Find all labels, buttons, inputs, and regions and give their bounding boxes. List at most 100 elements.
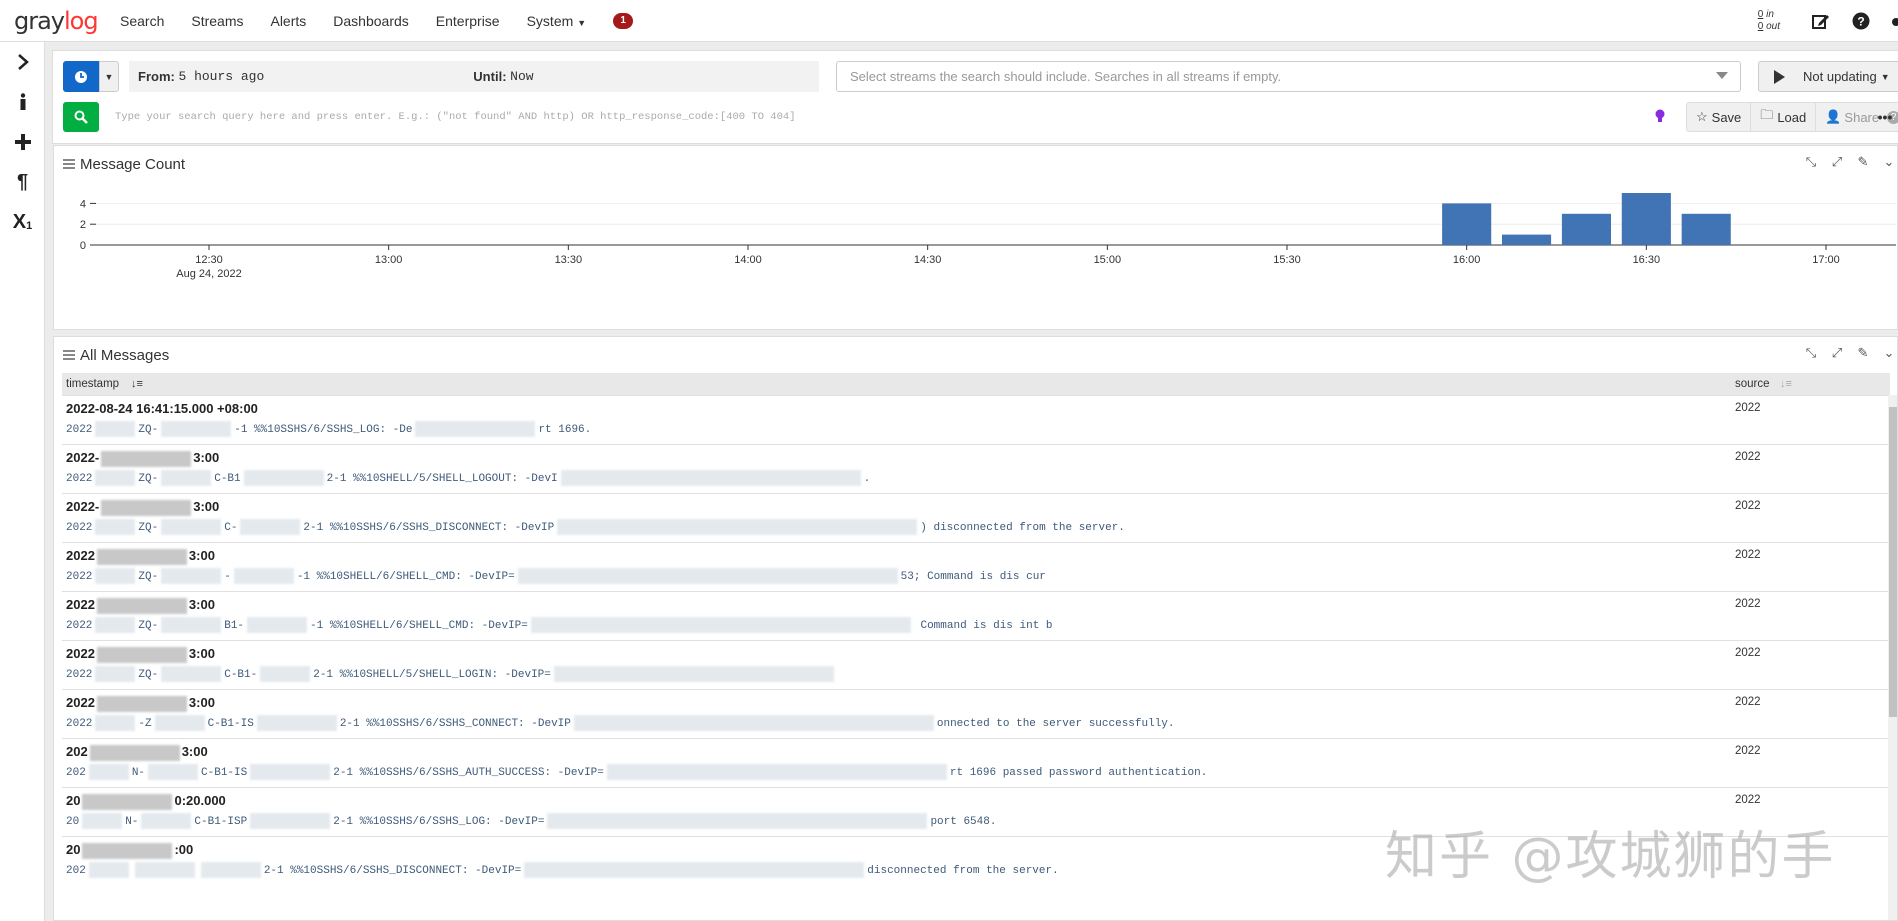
folder-icon: 🗀 <box>1760 107 1774 122</box>
redacted-block <box>250 813 331 829</box>
message-timestamp: 2022 3:00 <box>66 695 215 712</box>
message-row[interactable]: 2022 3:00 2022 ZQ- B1- -1 %%10SHELL/6/SHELL_C… <box>62 591 1890 640</box>
timestamp-tail: 3:00 <box>193 499 220 514</box>
timestamp-tail: :00 <box>174 842 194 857</box>
message-row[interactable]: 2022 3:00 2022 -Z C-B1-IS 2-1 %%10SSHS/6/SSHS… <box>62 689 1890 738</box>
redacted-block <box>200 862 261 878</box>
message-fragment: 2022 <box>66 472 93 485</box>
expand-icon[interactable]: ⤢ <box>1829 345 1845 361</box>
nav-dashboards[interactable]: Dashboards <box>333 13 409 29</box>
redacted-block <box>240 519 301 535</box>
redacted-block <box>247 617 308 633</box>
x-tick-label: 13:30 <box>555 254 583 266</box>
redacted-block <box>141 813 192 829</box>
plus-icon[interactable] <box>0 122 45 162</box>
message-fragment: N- <box>125 815 139 828</box>
subscript-icon[interactable]: X1 <box>0 202 45 242</box>
expand-icon[interactable]: ⤢ <box>1829 154 1845 170</box>
time-range-caret[interactable]: ▼ <box>99 61 119 92</box>
nav-enterprise[interactable]: Enterprise <box>436 13 500 29</box>
redacted-block <box>547 813 928 829</box>
time-range-display[interactable]: From: 5 hours ago Until: Now <box>129 61 819 92</box>
scrollbar-thumb[interactable] <box>1889 407 1897 717</box>
message-timestamp: 2022 3:00 <box>66 646 215 663</box>
nav-search[interactable]: Search <box>120 13 164 29</box>
notification-badge[interactable]: 1 <box>613 12 634 29</box>
message-fragment: -Z <box>138 717 152 730</box>
drag-handle-icon[interactable] <box>63 350 75 360</box>
chevron-right-icon[interactable] <box>0 42 45 82</box>
refresh-toggle[interactable]: Not updating ▼ <box>1758 61 1898 92</box>
message-fragment: 2022 <box>66 668 93 681</box>
nav-alerts[interactable]: Alerts <box>270 13 306 29</box>
message-source: 2022 <box>1735 598 1761 610</box>
redacted-block <box>233 568 294 584</box>
chevron-down-icon[interactable]: ⌄ <box>1881 345 1897 361</box>
message-row[interactable]: 2022 3:00 2022 ZQ- C-B1- 2-1 %%10SHELL/5/SHEL… <box>62 640 1890 689</box>
redacted-block <box>161 568 222 584</box>
help-icon[interactable]: ? <box>1848 8 1874 34</box>
edit-icon[interactable] <box>1808 8 1834 34</box>
timestamp-text: 20 <box>66 842 81 857</box>
col-source[interactable]: source <box>1735 378 1770 390</box>
sort-desc-icon[interactable]: ↓≡ <box>131 378 143 390</box>
col-timestamp[interactable]: timestamp <box>66 378 119 390</box>
redacted-block <box>557 519 918 535</box>
info-icon[interactable] <box>0 82 45 122</box>
redacted-block <box>573 715 934 731</box>
edit-widget-icon[interactable]: ✎ <box>1855 154 1871 170</box>
nav-streams[interactable]: Streams <box>191 13 243 29</box>
message-row[interactable]: 2022- 3:00 2022 ZQ- C-B1 2-1 %%10SHELL/5/SHEL… <box>62 444 1890 493</box>
message-fragment: ) disconnected from the server. <box>920 521 1125 534</box>
lightbulb-icon[interactable] <box>1655 109 1665 123</box>
timestamp-tail: 3:00 <box>188 695 215 710</box>
paragraph-icon[interactable]: ¶ <box>0 162 45 202</box>
message-fragment: Command is dis int b <box>913 619 1053 632</box>
redacted-block <box>161 421 232 437</box>
left-sidebar: ¶ X1 <box>0 42 45 921</box>
message-row[interactable]: 2022- 3:00 2022 ZQ- C- 2-1 %%10SSHS/6/SSHS_DI… <box>62 493 1890 542</box>
message-fragment: 2022 <box>66 521 93 534</box>
chevron-down-icon: ▼ <box>577 17 587 28</box>
redacted-block <box>161 519 222 535</box>
throughput-in-label: in <box>1766 9 1774 20</box>
redacted-block <box>161 470 212 486</box>
x-tick-label: 14:30 <box>914 254 942 266</box>
throughput-indicator[interactable]: 0 in 0 out <box>1758 9 1780 33</box>
message-fragment: C-B1- <box>224 668 258 681</box>
redacted-block <box>161 666 222 682</box>
message-row[interactable]: 2022-08-24 16:41:15.000 +08:00 2022 ZQ- -1 … <box>62 395 1890 444</box>
compress-icon[interactable]: ⤡ <box>1803 154 1819 170</box>
chevron-down-icon[interactable]: ⌄ <box>1881 154 1897 170</box>
search-query-input[interactable]: Type your search query here and press en… <box>113 102 1653 132</box>
message-source: 2022 <box>1735 500 1761 512</box>
message-fragment: -1 %%10SSHS/6/SSHS_LOG: -De <box>234 423 413 436</box>
timestamp-tail: 3:00 <box>181 744 208 759</box>
x-date-label: Aug 24, 2022 <box>176 268 241 280</box>
dropdown-arrow-icon <box>1716 72 1728 79</box>
message-source: 2022 <box>1735 696 1761 708</box>
messages-table-header: timestamp ↓≡ source ↓≡ <box>62 373 1890 395</box>
more-options-icon[interactable]: ••• <box>1873 102 1897 132</box>
sort-icon[interactable]: ↓≡ <box>1780 378 1792 390</box>
redacted-block <box>260 666 311 682</box>
compress-icon[interactable]: ⤡ <box>1803 345 1819 361</box>
scrollbar[interactable] <box>1888 395 1897 920</box>
redacted-block <box>560 470 861 486</box>
message-count-chart: 0 2 4 12:30 13:00 13:30 14:00 14:30 15:00 15:30 16… <box>80 193 1896 280</box>
edit-widget-icon[interactable]: ✎ <box>1855 345 1871 361</box>
time-range-type-button[interactable] <box>63 61 99 92</box>
save-button[interactable]: ☆ Save <box>1687 103 1752 131</box>
redacted-block <box>95 568 136 584</box>
y-tick-label: 0 <box>80 240 86 252</box>
streams-select[interactable]: Select streams the search should include… <box>836 61 1741 92</box>
message-row[interactable]: 202 3:00 202 N- C-B1-IS 2-1 %%10SSHS/6/SSHS_A… <box>62 738 1890 787</box>
redacted-block <box>606 764 947 780</box>
search-button[interactable] <box>63 102 99 132</box>
message-row[interactable]: 2022 3:00 2022 ZQ- - -1 %%10SHELL/6/SHELL_CMD… <box>62 542 1890 591</box>
nav-system[interactable]: System ▼ <box>527 13 587 29</box>
graylog-logo[interactable]: gray log <box>14 7 120 35</box>
load-button[interactable]: 🗀 Load <box>1751 103 1817 131</box>
user-icon[interactable] <box>1888 8 1898 34</box>
drag-handle-icon[interactable] <box>63 159 75 169</box>
